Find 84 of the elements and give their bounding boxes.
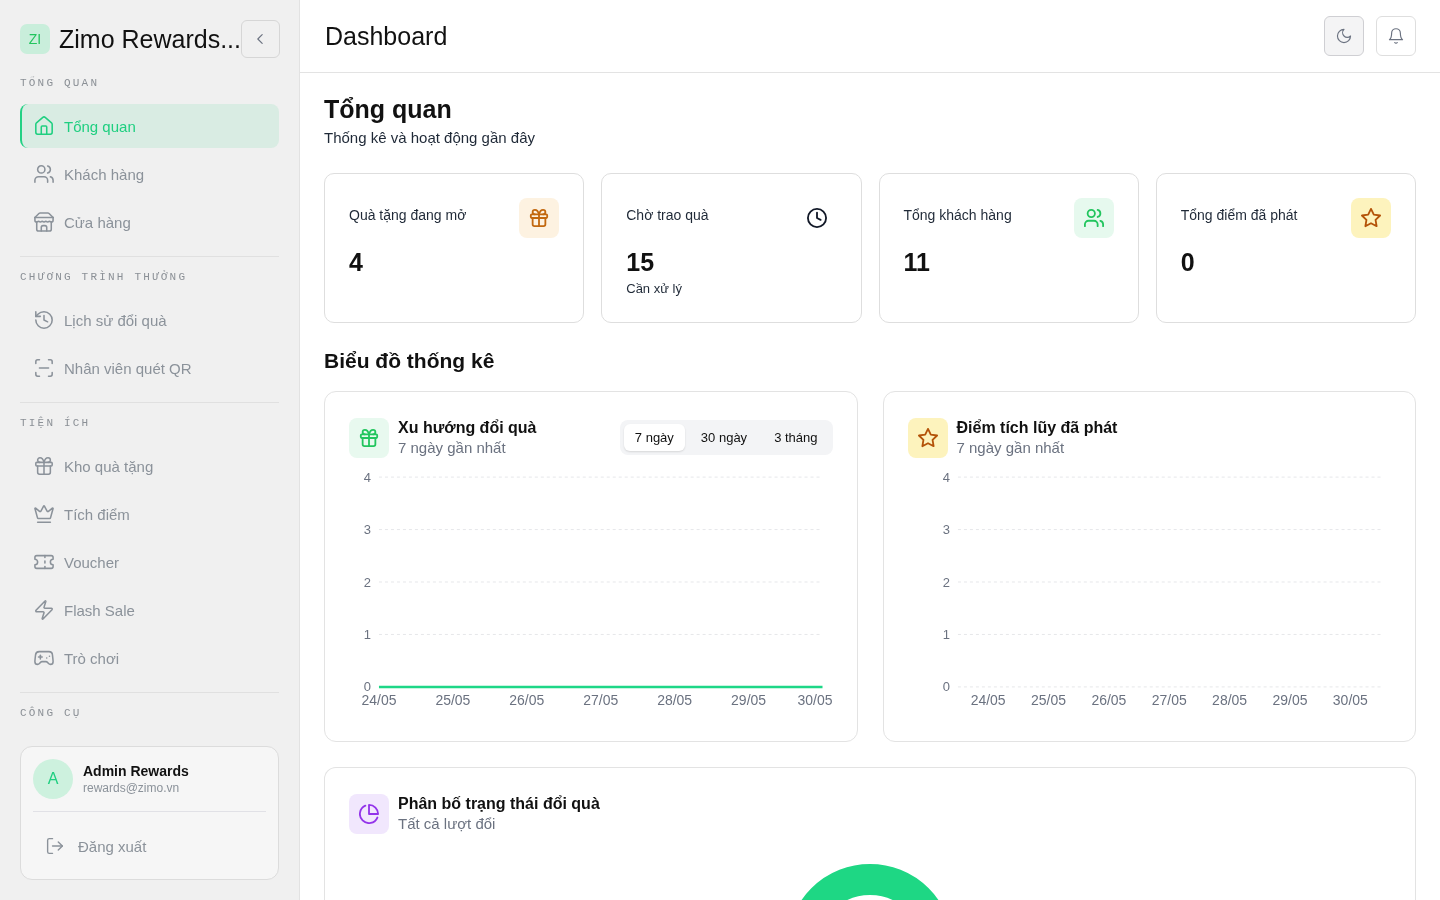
x-axis-label: 29/05 bbox=[1272, 691, 1307, 708]
y-axis-label: 2 bbox=[942, 574, 950, 590]
x-axis-label: 26/05 bbox=[509, 691, 545, 708]
gift-icon bbox=[519, 198, 560, 238]
section-title: Biểu đồ thống kê bbox=[324, 349, 496, 373]
nav-item[interactable]: Trò chơi bbox=[20, 636, 279, 680]
logout-button[interactable]: Đăng xuất bbox=[33, 824, 266, 868]
x-axis-label: 28/05 bbox=[1211, 691, 1247, 708]
x-axis-label: 28/05 bbox=[657, 691, 693, 708]
chart-subtitle: 7 ngày gần nhất bbox=[398, 438, 507, 458]
lightning-icon bbox=[34, 600, 54, 620]
nav-item[interactable]: Khách hàng bbox=[20, 152, 279, 196]
y-axis-label: 4 bbox=[942, 469, 950, 485]
nav-item[interactable]: Tổng quan bbox=[20, 104, 279, 148]
section-heading: TỔNG QUAN bbox=[20, 76, 101, 90]
chart-subtitle: 7 ngày gần nhất bbox=[956, 438, 1066, 458]
moon-icon bbox=[1336, 28, 1352, 44]
pie-chart-icon bbox=[349, 794, 389, 834]
x-axis-label: 30/05 bbox=[1332, 691, 1368, 708]
x-axis-label: 25/05 bbox=[1030, 691, 1066, 708]
chart-title: Phân bố trạng thái đổi quà bbox=[398, 794, 601, 814]
stat-label: Tổng khách hàng bbox=[903, 206, 1012, 224]
gift-icon bbox=[349, 418, 389, 458]
history-icon bbox=[34, 310, 54, 330]
y-axis-label: 0 bbox=[942, 679, 950, 695]
user-email: rewards@zimo.vn bbox=[83, 780, 181, 796]
stat-label: Chờ trao quà bbox=[626, 206, 709, 224]
y-axis-label: 1 bbox=[942, 626, 950, 642]
stat-label: Tổng điểm đã phát bbox=[1180, 206, 1298, 224]
ticket-icon bbox=[34, 552, 54, 572]
stat-value: 11 bbox=[903, 248, 931, 276]
nav-item[interactable]: Kho quà tặng bbox=[20, 444, 279, 488]
scan-frame-icon bbox=[34, 358, 54, 378]
nav-item[interactable]: Cửa hàng bbox=[20, 200, 279, 244]
y-axis-label: 3 bbox=[363, 522, 371, 538]
page-heading: Tổng quan bbox=[324, 95, 453, 123]
clock-icon bbox=[806, 208, 827, 228]
theme-toggle-button[interactable] bbox=[1324, 16, 1364, 56]
gift-icon bbox=[34, 456, 54, 476]
crown-icon bbox=[34, 504, 54, 524]
users-icon bbox=[34, 164, 54, 184]
stat-label: Quà tặng đang mở bbox=[349, 206, 467, 224]
y-axis-label: 1 bbox=[363, 626, 371, 642]
stat-value: 15 bbox=[626, 248, 656, 276]
x-axis-label: 29/05 bbox=[731, 691, 767, 708]
gamepad-icon bbox=[34, 648, 54, 668]
nav-item[interactable]: Lịch sử đổi quà bbox=[20, 298, 279, 342]
nav-item[interactable]: Nhân viên quét QR bbox=[20, 346, 279, 390]
range-tab[interactable]: 3 tháng bbox=[763, 424, 829, 451]
user-name: Admin Rewards bbox=[83, 762, 189, 780]
y-axis-label: 3 bbox=[942, 522, 950, 538]
section-heading: CHƯƠNG TRÌNH THƯỞNG bbox=[20, 270, 189, 284]
nav-item[interactable]: Voucher bbox=[20, 540, 279, 584]
stat-value: 4 bbox=[349, 248, 364, 276]
x-axis-label: 30/05 bbox=[797, 691, 833, 708]
section-heading: CÔNG CỤ bbox=[20, 706, 83, 720]
nav-item[interactable]: Tích điểm bbox=[20, 492, 279, 536]
x-axis-label: 24/05 bbox=[970, 691, 1006, 708]
stat-note: Cần xử lý bbox=[626, 280, 683, 298]
app-title: Zimo Rewards... bbox=[59, 24, 241, 54]
chart-subtitle: Tất cả lượt đổi bbox=[398, 814, 497, 834]
chart-title: Xu hướng đổi quà bbox=[398, 418, 538, 438]
logout-icon bbox=[46, 837, 64, 855]
section-heading: TIỆN ÍCH bbox=[20, 416, 92, 430]
x-axis-label: 26/05 bbox=[1090, 691, 1126, 708]
app-logo: ZI bbox=[20, 24, 50, 54]
chart-title: Điểm tích lũy đã phát bbox=[956, 418, 1119, 438]
x-axis-label: 25/05 bbox=[435, 691, 471, 708]
bell-icon bbox=[1388, 28, 1404, 44]
page-subtitle: Thống kê và hoạt động gần đây bbox=[324, 129, 536, 147]
range-tab[interactable]: 30 ngày bbox=[689, 424, 759, 451]
users-icon bbox=[1073, 198, 1114, 238]
home-icon bbox=[34, 116, 54, 136]
notifications-button[interactable] bbox=[1376, 16, 1416, 56]
stat-value: 0 bbox=[1180, 248, 1196, 276]
y-axis-label: 2 bbox=[363, 574, 371, 590]
range-tab[interactable]: 7 ngày bbox=[623, 424, 685, 451]
page-title: Dashboard bbox=[325, 21, 448, 51]
x-axis-label: 27/05 bbox=[583, 691, 619, 708]
y-axis-label: 4 bbox=[363, 469, 371, 485]
store-icon bbox=[34, 212, 54, 232]
user-avatar: A bbox=[33, 759, 73, 799]
x-axis-label: 27/05 bbox=[1151, 691, 1187, 708]
nav-item[interactable]: Flash Sale bbox=[20, 588, 279, 632]
